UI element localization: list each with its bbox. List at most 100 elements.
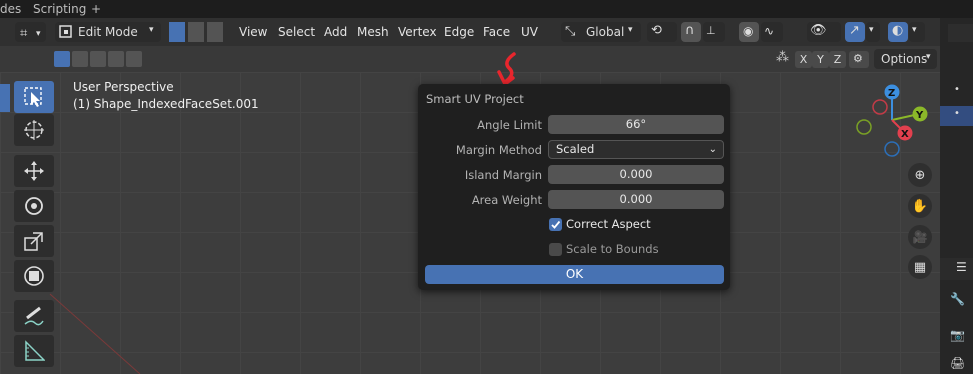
rotate-tool[interactable] <box>14 190 54 222</box>
gizmo-z-label: Z <box>888 88 895 99</box>
chevron-down-icon: ⌄ <box>708 144 717 155</box>
chevron-down-icon: ▾ <box>149 25 154 35</box>
gizmo-dropdown[interactable]: ▾ <box>866 22 880 42</box>
tab-modeling-partial[interactable]: des <box>0 2 21 16</box>
scale-tool[interactable] <box>14 225 54 257</box>
island-margin-field[interactable]: 0.000 <box>548 165 724 184</box>
scale-icon <box>24 232 43 251</box>
object-name: (1) Shape_IndexedFaceSet.001 <box>73 97 259 111</box>
navigation-gizmo[interactable]: Z Y X <box>852 82 932 160</box>
transform-icon <box>24 266 44 286</box>
tab-scripting[interactable]: Scripting <box>33 2 86 16</box>
face-select-mode-button[interactable] <box>207 22 223 42</box>
margin-method-dropdown[interactable]: Scaled ⌄ <box>548 140 724 159</box>
select-extend-button[interactable] <box>72 51 88 67</box>
measure-tool[interactable] <box>14 335 54 367</box>
svg-text:▾: ▾ <box>36 29 41 39</box>
menu-face[interactable]: Face <box>483 25 510 39</box>
render-props-icon[interactable]: 📷 <box>950 328 965 342</box>
menu-vertex[interactable]: Vertex <box>398 25 437 39</box>
snap-toggle[interactable]: ∩ <box>681 22 701 42</box>
hand-icon: ✋ <box>911 198 929 214</box>
menu-mesh[interactable]: Mesh <box>357 25 389 39</box>
menu-view[interactable]: View <box>239 25 267 39</box>
perspective-toggle-button[interactable]: ▦ <box>908 255 932 279</box>
annotate-tool[interactable] <box>14 300 54 332</box>
select-subtract-button[interactable] <box>90 51 106 67</box>
gizmo-x-label: X <box>901 129 909 140</box>
select-intersect-button[interactable] <box>126 51 142 67</box>
falloff-curve-icon: ∿ <box>764 24 775 38</box>
cursor-tool[interactable] <box>14 114 54 146</box>
edge-select-mode-button[interactable] <box>188 22 204 42</box>
overlays-toggle[interactable]: ◐ <box>888 22 908 42</box>
orientation-label: Global <box>586 25 625 39</box>
rotate-icon <box>25 197 43 215</box>
visibility-dropdown[interactable]: 👁 <box>807 22 841 42</box>
chevron-down-icon: ▾ <box>869 25 874 35</box>
add-workspace-button[interactable]: + <box>91 2 101 16</box>
menu-add[interactable]: Add <box>324 25 347 39</box>
snap-increment-icon: ⊥ <box>706 24 716 37</box>
mode-dropdown[interactable]: Edit Mode ▾ <box>55 22 161 42</box>
mirror-z-toggle[interactable]: Z <box>829 51 846 68</box>
mirror-x-toggle[interactable]: X <box>795 51 812 68</box>
falloff-dropdown[interactable]: ∿ <box>761 22 783 42</box>
transform-tool[interactable] <box>14 260 54 292</box>
camera-view-button[interactable]: 🎥 <box>908 225 932 249</box>
pivot-icon: ⟲ <box>651 23 662 38</box>
menu-edge[interactable]: Edge <box>444 25 474 39</box>
area-weight-field[interactable]: 0.000 <box>548 190 724 209</box>
menu-uv[interactable]: UV <box>521 25 538 39</box>
output-props-icon[interactable]: 🖨 <box>950 356 965 370</box>
right-panel-button[interactable] <box>948 24 973 42</box>
svg-text:⌗: ⌗ <box>20 26 28 41</box>
chevron-down-icon: ▾ <box>926 52 931 62</box>
properties-menu-icon: ☰ <box>956 260 967 274</box>
mesh-options-icon: ⚙ <box>853 52 863 65</box>
mirror-icon: ⁂ <box>776 50 789 65</box>
pivot-point-dropdown[interactable]: ⟲ <box>647 22 677 42</box>
checkmark-icon <box>551 220 561 229</box>
vertex-select-mode-button[interactable] <box>169 22 185 42</box>
dot-icon: • <box>954 84 960 95</box>
dialog-title: Smart UV Project <box>426 92 524 106</box>
angle-limit-field[interactable]: 66° <box>548 115 724 134</box>
auto-merge-button[interactable]: ⚙ <box>849 51 869 68</box>
pan-button[interactable]: ✋ <box>908 194 932 218</box>
correct-aspect-checkbox[interactable] <box>549 218 562 231</box>
ruler-icon <box>25 340 45 361</box>
eye-icon: 👁 <box>810 23 827 38</box>
pencil-icon <box>24 306 44 326</box>
tool-props-icon[interactable]: 🔧 <box>950 292 965 306</box>
camera-icon: 🎥 <box>912 230 928 244</box>
properties-header: ☰ <box>940 258 973 280</box>
area-weight-label: Area Weight <box>471 193 542 207</box>
editor-type-dropdown[interactable]: ⌗ ▾ <box>15 22 46 42</box>
dot-icon: • <box>954 108 960 119</box>
right-tabs-strip <box>940 0 973 18</box>
options-dropdown[interactable]: Options ▾ <box>874 49 937 69</box>
outliner-selected-row[interactable]: • <box>940 106 973 126</box>
workspace-tabs-bar: des Scripting + <box>0 0 940 18</box>
transform-orientation-dropdown[interactable]: ⤡ Global ▾ <box>561 22 641 42</box>
move-icon <box>24 161 44 181</box>
select-invert-button[interactable] <box>108 51 124 67</box>
select-box-icon <box>24 87 42 107</box>
menu-select[interactable]: Select <box>278 25 315 39</box>
gizmo-toggle[interactable]: ↗ <box>845 22 865 42</box>
mirror-y-toggle[interactable]: Y <box>812 51 829 68</box>
orientation-icon: ⤡ <box>565 24 576 39</box>
gizmo-y-label: Y <box>915 110 924 121</box>
select-box-tool[interactable] <box>14 81 54 113</box>
zoom-button[interactable]: ⊕ <box>908 163 932 187</box>
move-tool[interactable] <box>14 155 54 187</box>
correct-aspect-label: Correct Aspect <box>566 217 651 231</box>
select-new-button[interactable] <box>54 51 70 67</box>
proportional-edit-toggle[interactable]: ◉ <box>739 22 759 42</box>
ok-button[interactable]: OK <box>425 265 724 284</box>
scale-to-bounds-label: Scale to Bounds <box>566 242 659 256</box>
overlays-dropdown[interactable]: ▾ <box>909 22 925 42</box>
scale-to-bounds-checkbox[interactable] <box>549 243 562 256</box>
snap-target-dropdown[interactable]: ⊥ <box>703 22 725 42</box>
